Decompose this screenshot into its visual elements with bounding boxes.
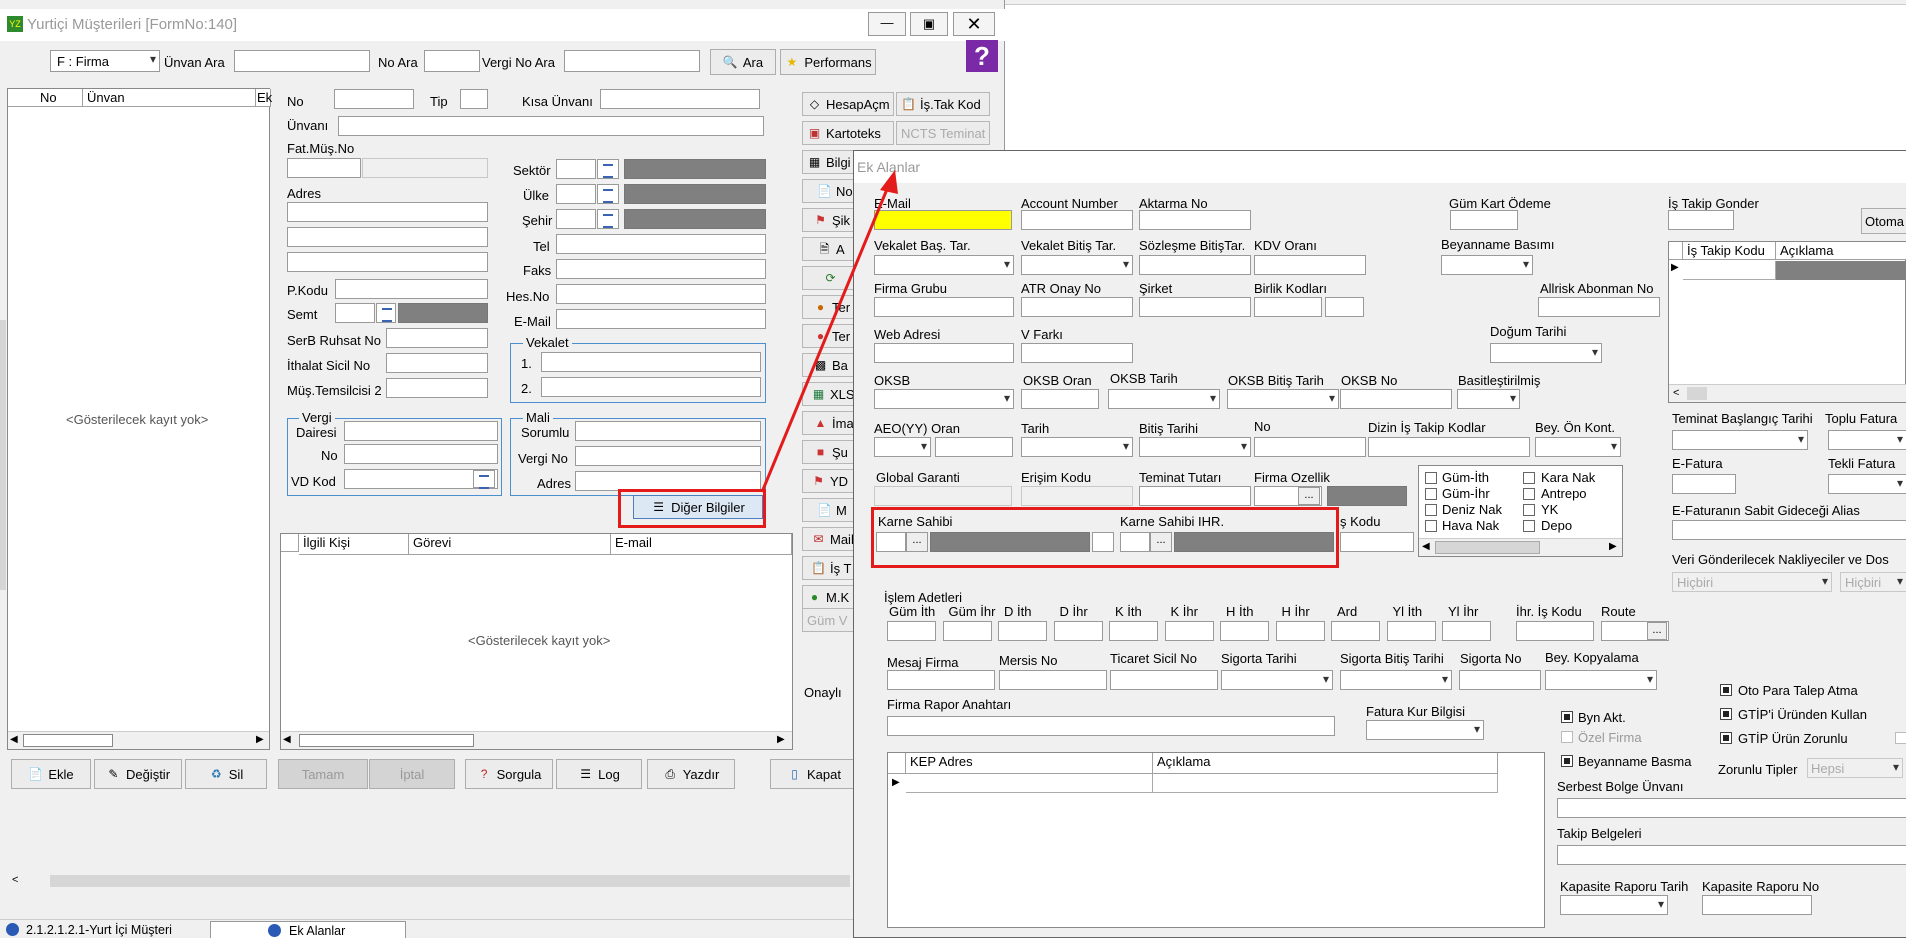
arrow-head: [880, 170, 898, 194]
arrow-line: [760, 181, 892, 493]
annotation-arrow: [760, 170, 898, 493]
